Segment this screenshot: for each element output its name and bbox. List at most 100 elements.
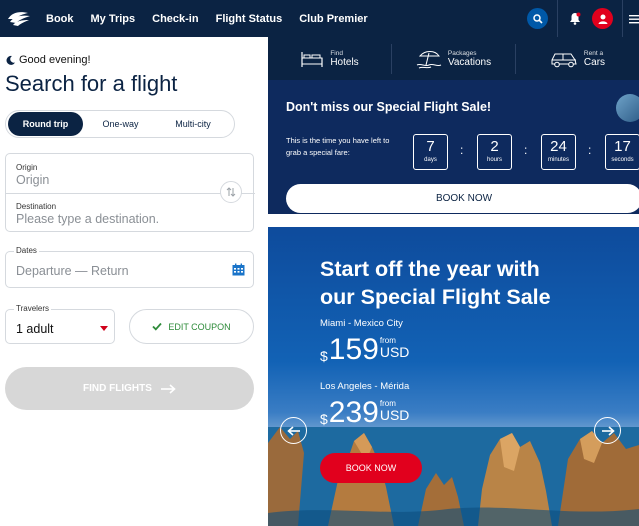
moon-icon [6,55,15,65]
dates-label: Dates [14,246,39,255]
origin-input[interactable]: Origin [16,173,49,187]
right-content: Find Hotels Packages Vacations Rent a Ca… [268,37,639,526]
car-icon [551,53,577,67]
quick-link-cars[interactable]: Rent a Cars [516,37,639,80]
price-amount: 159 [328,333,379,366]
countdown-days: 7 days [413,134,448,170]
arrow-right-icon [601,425,615,436]
countdown-separator: : [460,143,464,157]
sale-book-now-button[interactable]: BOOK NOW [286,184,639,213]
countdown-separator: : [524,143,528,157]
countdown-hours-value: 2 [490,138,499,155]
hero-book-now-button[interactable]: BOOK NOW [320,453,422,483]
trip-type-toggle: Round trip One-way Multi-city [5,110,235,138]
nav-my-trips[interactable]: My Trips [91,13,136,25]
hero-title-line-2: our Special Flight Sale [320,285,551,309]
top-nav: Book My Trips Check-in Flight Status Clu… [0,0,639,37]
quick-link-hotels-label: Hotels [330,56,359,68]
bell-icon [570,12,581,25]
swap-route-button[interactable] [220,181,242,203]
countdown-days-unit: days [424,157,437,163]
sale-description: This is the time you have left to grab a… [286,136,390,157]
search-button[interactable] [527,8,548,29]
trip-type-multi-city[interactable]: Multi-city [158,112,228,136]
search-icon [532,13,543,24]
price-unit: USD [379,344,410,360]
nav-flight-status[interactable]: Flight Status [216,13,283,25]
user-button[interactable] [592,8,613,29]
offer-route: Los Angeles - Mérida [320,381,410,392]
sale-countdown-panel: Don't miss our Special Flight Sale! This… [268,80,639,214]
edit-coupon-button[interactable]: EDIT COUPON [129,309,254,344]
travelers-field[interactable]: Travelers 1 adult [5,304,115,344]
logo-icon[interactable] [6,8,36,30]
find-flights-label: FIND FLIGHTS [83,383,152,394]
price-amount: 239 [328,396,379,429]
hero-banner: Start off the year with our Special Flig… [268,227,639,526]
edit-coupon-label: EDIT COUPON [168,321,231,332]
countdown-minutes: 24 minutes [541,134,576,170]
user-icon [598,14,607,24]
countdown-seconds-value: 17 [614,138,631,155]
check-icon [152,322,162,331]
bed-icon [301,51,323,67]
sale-heading: Don't miss our Special Flight Sale! [286,100,492,114]
sale-thumbnail [616,94,639,122]
trip-type-one-way[interactable]: One-way [83,112,158,136]
arrow-left-icon [286,425,300,436]
destination-label: Destination [16,202,57,211]
price-currency: $ [320,348,328,364]
trip-type-round-trip[interactable]: Round trip [8,112,83,136]
quick-links: Find Hotels Packages Vacations Rent a Ca… [268,37,639,80]
travelers-select[interactable]: 1 adult [16,322,54,336]
quick-link-hotels[interactable]: Find Hotels [268,37,391,80]
quick-link-cars-label: Cars [583,56,606,68]
quick-link-cars-small: Rent a [583,49,604,57]
hero-title: Start off the year with our Special Flig… [320,255,551,311]
countdown-days-value: 7 [426,138,435,155]
offer-price: $ 159 from USD [320,334,409,366]
countdown-seconds-unit: seconds [611,157,634,163]
nav-check-in[interactable]: Check-in [152,13,198,25]
origin-label: Origin [16,163,38,172]
offer-price: $ 239 from USD [320,397,409,429]
calendar-icon[interactable] [232,263,245,276]
menu-icon [629,14,639,23]
carousel-prev-button[interactable] [280,417,307,444]
travelers-label: Travelers [14,304,52,313]
flight-search-panel: Good evening! Search for a flight Round … [0,37,268,526]
countdown-hours-unit: hours [486,157,502,163]
nav-right [527,0,639,37]
countdown-minutes-unit: minutes [547,157,569,163]
quick-link-vacations-label: Vacations [447,56,492,68]
chevron-down-icon [100,326,108,331]
dates-input[interactable]: Departure — Return [16,264,129,278]
countdown-hours: 2 hours [477,134,512,170]
price-currency: $ [320,411,328,427]
nav-club-premier[interactable]: Club Premier [299,13,367,25]
menu-button[interactable] [623,0,639,37]
arrow-right-icon [160,383,176,394]
offer-route: Miami - Mexico City [320,318,403,329]
quick-link-vacations[interactable]: Packages Vacations [392,37,515,80]
countdown-separator: : [588,143,592,157]
quick-link-vacations-small: Packages [447,49,477,57]
dates-field[interactable]: Dates Departure — Return [5,246,254,288]
carousel-next-button[interactable] [594,417,621,444]
greeting: Good evening! [6,54,91,66]
nav-book[interactable]: Book [46,13,74,25]
quick-link-hotels-small: Find [330,49,343,57]
destination-input[interactable]: Please type a destination. [16,212,159,226]
page-title: Search for a flight [5,71,178,96]
notifications-button[interactable] [558,0,592,37]
swap-icon [226,187,236,197]
countdown-minutes-value: 24 [550,138,567,155]
hero-title-line-1: Start off the year with [320,257,540,281]
route-fields: Origin Origin Destination Please type a … [5,153,255,232]
beach-icon [416,50,442,68]
greeting-text: Good evening! [19,54,91,66]
route-divider [6,193,255,194]
countdown-seconds: 17 seconds [605,134,639,170]
find-flights-button[interactable]: FIND FLIGHTS [5,367,254,410]
page: Book My Trips Check-in Flight Status Clu… [0,0,639,526]
